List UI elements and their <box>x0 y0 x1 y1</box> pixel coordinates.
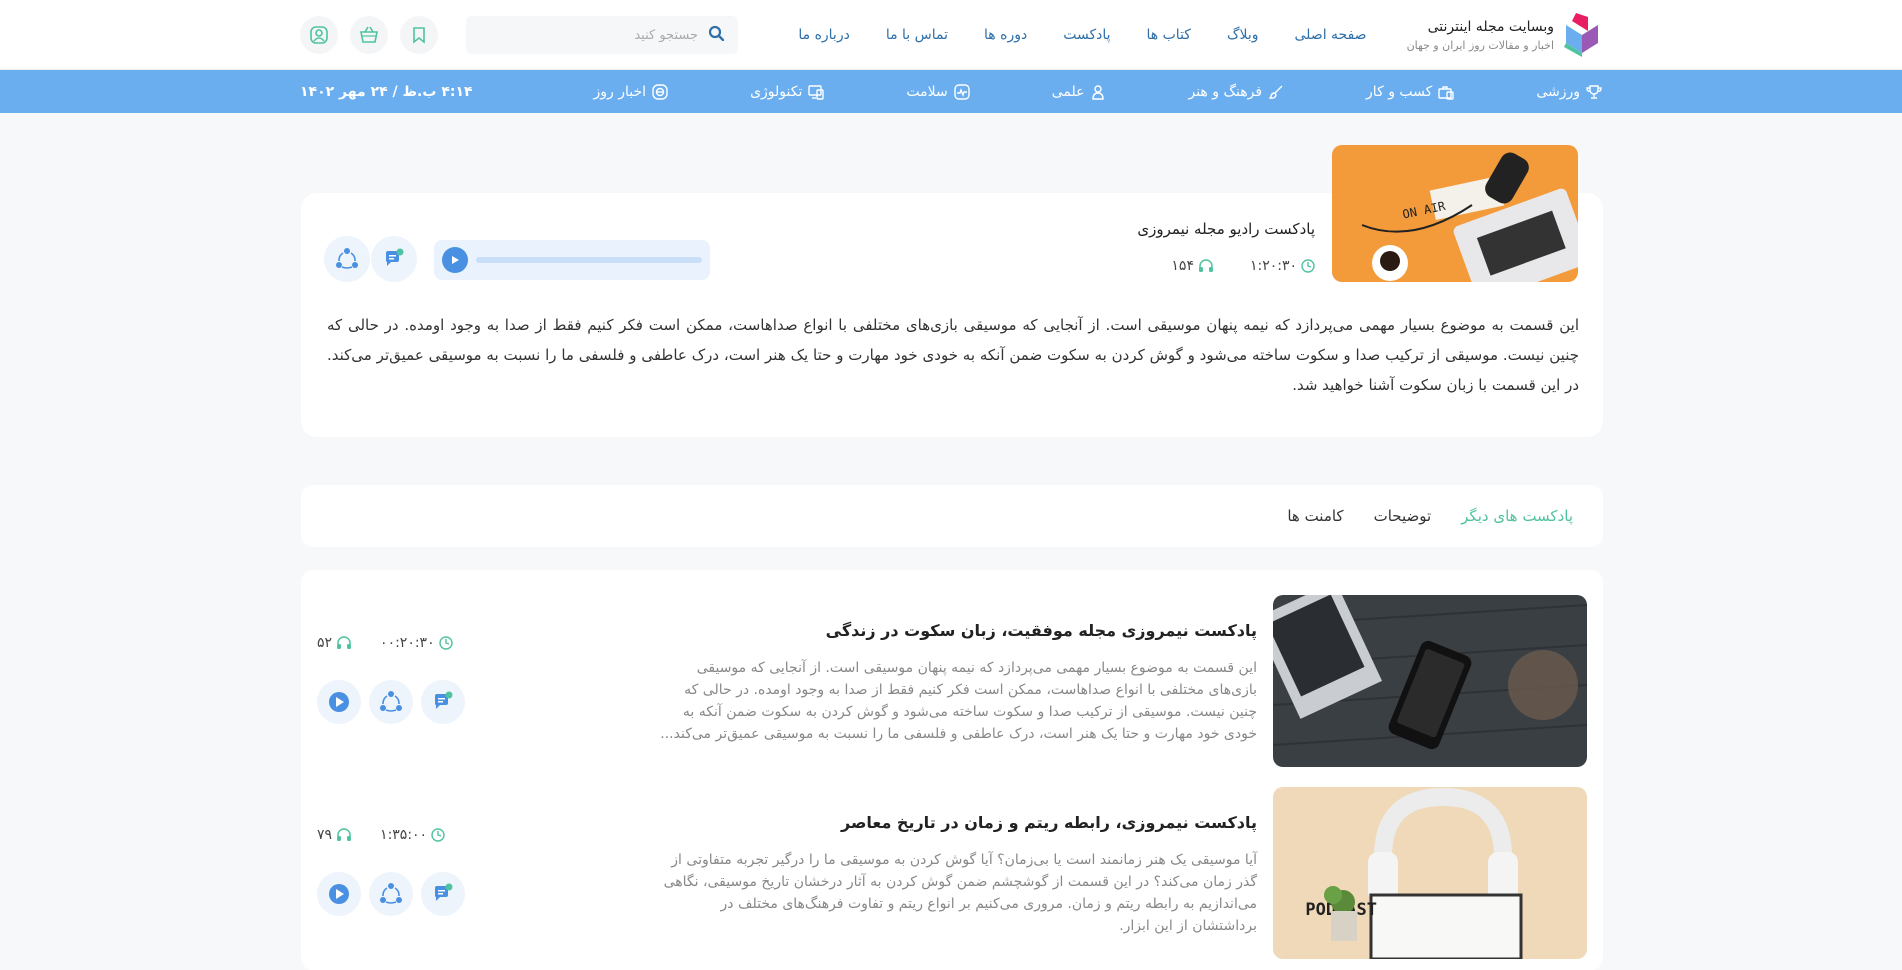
share-button[interactable] <box>369 872 413 916</box>
audio-progress-bar[interactable] <box>476 257 702 263</box>
play-button[interactable] <box>317 872 361 916</box>
category-sports[interactable]: ورزشی <box>1536 84 1602 100</box>
briefcase-icon <box>1438 85 1455 100</box>
podcast-item-actions <box>317 680 465 724</box>
site-name: وبسایت مجله اینترنتی <box>1427 18 1554 35</box>
share-button[interactable] <box>324 236 370 282</box>
basket-icon[interactable] <box>350 16 388 54</box>
duration: ۱:۲۰:۳۰ <box>1250 258 1315 274</box>
tab-comments[interactable]: کامنت ها <box>1287 507 1343 525</box>
brush-icon <box>1268 85 1283 99</box>
podcast-thumbnail[interactable] <box>1273 595 1587 767</box>
podcast-item-meta: ۱:۳۵:۰۰ ۷۹ <box>317 827 445 843</box>
podcast-description: این قسمت به موضوع بسیار مهمی می‌پردازد ک… <box>327 316 1579 394</box>
clock-icon <box>438 636 453 650</box>
listen-count: ۷۹ <box>317 827 352 843</box>
globe-icon <box>652 83 668 100</box>
chat-icon <box>435 691 453 709</box>
podcast-title: پادکست رادیو مجله نیمروزی <box>1137 220 1315 238</box>
podcast-item-title[interactable]: پادکست نیمروزی، رابطه ریتم و زمان در تار… <box>841 813 1257 832</box>
play-icon <box>329 884 349 904</box>
category-technology[interactable]: تکنولوژی <box>750 84 825 100</box>
main-nav: صفحه اصلی وبلاگ کتاب ها پادکست دوره ها ت… <box>798 27 1366 43</box>
podcast-thumbnail[interactable]: PODCAST <box>1273 787 1587 959</box>
list-item: پادکست نیمروزی مجله موفقیت، زبان سکوت در… <box>317 595 1587 767</box>
comment-button[interactable] <box>421 680 465 724</box>
nav-blog[interactable]: وبلاگ <box>1227 27 1259 43</box>
podcast-tabs: پادکست های دیگر توضیحات کامنت ها <box>301 485 1603 547</box>
headphones-icon <box>337 636 352 649</box>
clock-icon <box>1301 259 1315 273</box>
headphones-icon <box>337 828 352 841</box>
play-button[interactable] <box>317 680 361 724</box>
podcast-list: پادکست نیمروزی مجله موفقیت، زبان سکوت در… <box>301 570 1603 970</box>
audio-player <box>434 240 710 280</box>
chat-icon <box>386 248 404 266</box>
category-list: ورزشی کسب و کار فرهنگ و هنر علمی سلامت ت… <box>594 84 1602 100</box>
podcast-item-title[interactable]: پادکست نیمروزی مجله موفقیت، زبان سکوت در… <box>826 621 1257 640</box>
podcast-item-actions <box>317 872 465 916</box>
listen-count: ۵۲ <box>317 635 352 651</box>
share-icon <box>380 883 402 904</box>
top-header: وبسایت مجله اینترنتی اخبار و مقالات روز … <box>0 0 1902 70</box>
nav-podcast[interactable]: پادکست <box>1063 27 1110 43</box>
podcast-item-meta: ۰۰:۲۰:۳۰ ۵۲ <box>317 635 453 651</box>
nav-books[interactable]: کتاب ها <box>1147 27 1191 43</box>
podcast-item-description: آیا موسیقی یک هنر زمانمند است یا بی‌زمان… <box>663 852 1257 934</box>
category-news[interactable]: اخبار روز <box>594 84 669 100</box>
tab-other-podcasts[interactable]: پادکست های دیگر <box>1461 507 1573 525</box>
podcast-meta: ۱:۲۰:۳۰ ۱۵۴ <box>1171 258 1315 274</box>
search-icon[interactable] <box>708 25 725 45</box>
play-button[interactable] <box>442 247 468 273</box>
category-health[interactable]: سلامت <box>906 83 970 100</box>
user-icon[interactable] <box>300 16 338 54</box>
nav-home[interactable]: صفحه اصلی <box>1295 27 1367 43</box>
logo-book-icon <box>1562 13 1602 57</box>
site-tagline: اخبار و مقالات روز ایران و جهان <box>1406 38 1554 52</box>
duration: ۱:۳۵:۰۰ <box>380 827 445 843</box>
search-input[interactable] <box>480 27 698 43</box>
share-icon <box>336 248 358 269</box>
current-datetime: ۴:۱۴ ب.ظ / ۲۴ مهر ۱۴۰۲ <box>300 83 473 100</box>
headphones-icon <box>1198 259 1213 272</box>
site-logo[interactable]: وبسایت مجله اینترنتی اخبار و مقالات روز … <box>1407 13 1602 57</box>
duration: ۰۰:۲۰:۳۰ <box>380 635 453 651</box>
play-icon <box>329 692 349 712</box>
clock-icon <box>431 828 445 842</box>
nav-about[interactable]: درباره ما <box>798 27 849 43</box>
share-button[interactable] <box>369 680 413 724</box>
trophy-icon <box>1586 84 1602 99</box>
comment-button[interactable] <box>421 872 465 916</box>
pulse-icon <box>954 83 970 100</box>
category-business[interactable]: کسب و کار <box>1366 84 1455 100</box>
share-icon <box>380 691 402 712</box>
device-icon <box>808 84 825 100</box>
listen-count: ۱۵۴ <box>1171 258 1214 274</box>
list-item: PODCAST پادکست نیمروزی، رابطه ریتم و زما… <box>317 787 1587 959</box>
podcast-item-description: این قسمت به موضوع بسیار مهمی می‌پردازد ک… <box>660 660 1257 742</box>
bookmark-icon[interactable] <box>400 16 438 54</box>
nav-contact[interactable]: تماس با ما <box>886 27 948 43</box>
nav-courses[interactable]: دوره ها <box>984 27 1027 43</box>
category-culture[interactable]: فرهنگ و هنر <box>1188 84 1284 100</box>
podcast-cover-image: ON AIR <box>1332 145 1578 282</box>
search-box <box>466 16 738 54</box>
comment-button[interactable] <box>371 236 417 282</box>
category-science[interactable]: علمی <box>1052 84 1107 100</box>
play-icon <box>452 256 459 264</box>
chat-icon <box>435 883 453 901</box>
person-icon <box>1092 84 1105 100</box>
category-bar: ورزشی کسب و کار فرهنگ و هنر علمی سلامت ت… <box>0 70 1902 113</box>
tab-description[interactable]: توضیحات <box>1374 507 1432 525</box>
